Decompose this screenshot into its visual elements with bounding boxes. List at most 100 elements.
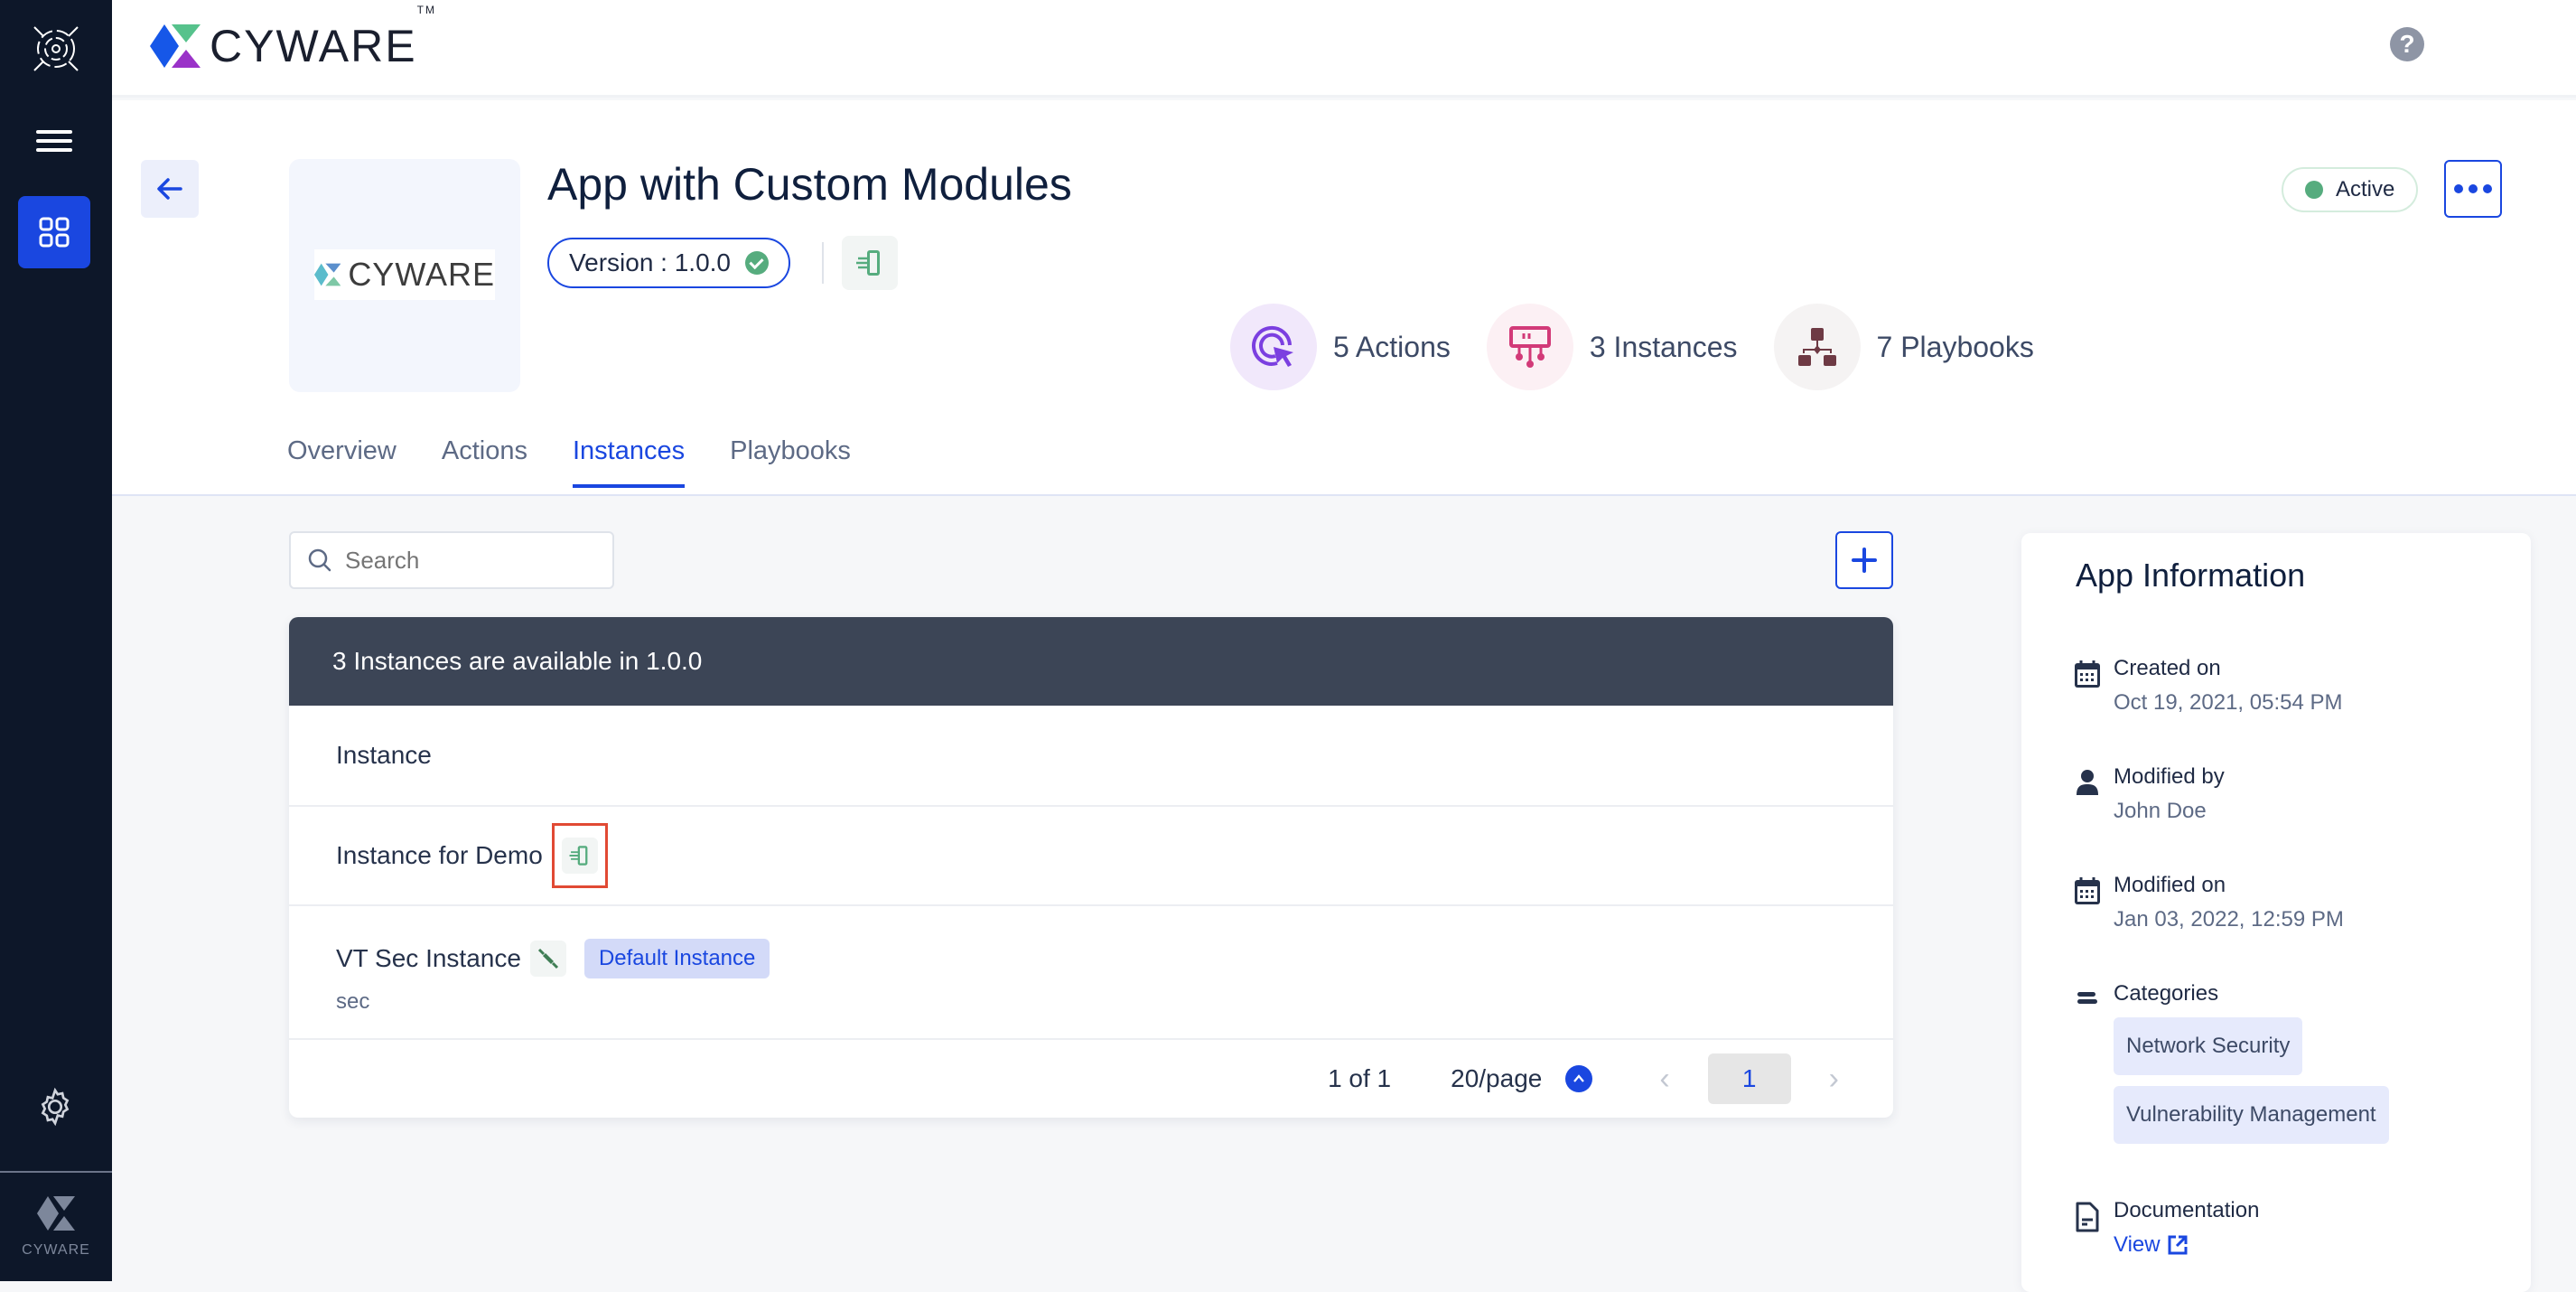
app-logo-card: CYWARE [289, 159, 520, 392]
info-label: Created on [2114, 656, 2221, 680]
instance-name[interactable]: VT Sec Instance [336, 944, 521, 973]
sidebar-divider [0, 1171, 112, 1173]
log-doc-icon [856, 250, 880, 276]
categories-icon [2074, 981, 2103, 1144]
table-row[interactable]: Instance for Demo [289, 807, 1893, 906]
tab-bar: Overview Actions Instances Playbooks [287, 436, 896, 488]
cyware-logo-text: CYWARETM [210, 4, 436, 71]
app-information-title: App Information [2076, 557, 2306, 594]
page-number-button[interactable]: 1 [1707, 1053, 1791, 1104]
status-dot [2305, 181, 2323, 199]
app-logo-text: CYWARE [348, 256, 495, 293]
category-chip: Vulnerability Management [2114, 1086, 2389, 1144]
actions-cursor-icon [1252, 325, 1293, 367]
stat-playbooks[interactable]: 7 Playbooks [1773, 304, 2034, 390]
search-input[interactable] [345, 546, 598, 575]
help-icon[interactable]: ? [2390, 27, 2424, 61]
instances-icon [1508, 326, 1551, 368]
tab-overview[interactable]: Overview [287, 436, 397, 488]
sidebar-brand-text: CYWARE [22, 1242, 90, 1258]
instance-logs-button[interactable] [551, 823, 608, 888]
more-options-button[interactable] [2444, 160, 2502, 218]
app-logo: CYWARE [314, 249, 495, 300]
plug-connected-icon [529, 941, 566, 977]
page-title: App with Custom Modules [547, 159, 1072, 210]
stat-actions-badge [1230, 304, 1317, 390]
pagination: 1 of 1 20/page ‹ 1 › [289, 1040, 1893, 1118]
menu-icon[interactable] [36, 130, 72, 152]
check-circle-icon [745, 251, 770, 275]
back-button[interactable] [141, 160, 199, 218]
search-box [289, 531, 614, 589]
app-stats: 5 Actions 3 Instances 7 Playbooks [1230, 304, 2070, 390]
instance-subtitle: sec [336, 989, 370, 1014]
per-page-select[interactable]: 20/page [1451, 1064, 1542, 1093]
stat-instances-label: 3 Instances [1589, 330, 1738, 363]
table-banner: 3 Instances are available in 1.0.0 [289, 617, 1893, 706]
tab-instances[interactable]: Instances [572, 436, 686, 488]
version-selector[interactable]: Version : 1.0.0 [547, 238, 791, 288]
arrow-left-icon [157, 178, 182, 200]
info-label: Modified by [2114, 764, 2225, 789]
app-header: CYWARE App with Custom Modules Version :… [112, 100, 2576, 496]
cyware-logo-icon [150, 24, 201, 68]
top-bar: CYWARETM ? [112, 0, 2576, 98]
add-instance-button[interactable] [1835, 531, 1893, 589]
cyware-logo[interactable]: CYWARETM [150, 4, 436, 72]
info-created-on: Created on Oct 19, 2021, 05:54 PM [2074, 656, 2343, 716]
orchestrate-logo-icon[interactable] [29, 22, 83, 76]
sidebar-item-apps[interactable] [18, 196, 90, 268]
grid-icon [39, 217, 70, 248]
tab-playbooks[interactable]: Playbooks [730, 436, 851, 488]
info-label: Documentation [2114, 1198, 2260, 1222]
info-documentation: Documentation View [2074, 1198, 2259, 1258]
log-doc-icon [561, 838, 598, 874]
app-logo-mark-icon [314, 263, 341, 286]
instance-name[interactable]: Instance for Demo [336, 841, 543, 870]
info-modified-on: Modified on Jan 03, 2022, 12:59 PM [2074, 873, 2344, 932]
settings-gear-icon[interactable] [34, 1086, 76, 1128]
column-header-instance: Instance [289, 706, 1893, 807]
info-label: Modified on [2114, 873, 2226, 897]
documentation-view-link[interactable]: View [2114, 1232, 2189, 1258]
category-chip: Network Security [2114, 1017, 2303, 1075]
cyware-mark-icon [37, 1196, 75, 1231]
document-icon [2074, 1198, 2103, 1258]
logs-button[interactable] [842, 236, 898, 290]
instances-table: 3 Instances are available in 1.0.0 Insta… [289, 617, 1893, 1118]
page-summary: 1 of 1 [1328, 1064, 1392, 1092]
tab-actions[interactable]: Actions [442, 436, 527, 488]
prev-page-button[interactable]: ‹ [1659, 1062, 1669, 1097]
calendar-icon [2074, 873, 2103, 932]
view-link-text: View [2114, 1232, 2161, 1257]
next-page-button[interactable]: › [1829, 1062, 1839, 1097]
info-value: John Doe [2114, 799, 2207, 823]
user-icon [2074, 764, 2103, 824]
sidebar-brand: CYWARE [0, 1193, 112, 1259]
sidebar: CYWARE [0, 0, 112, 1281]
info-label: Categories [2114, 981, 2219, 1006]
app-information-panel: App Information Created on Oct 19, 2021,… [2021, 533, 2531, 1292]
search-icon [308, 548, 331, 572]
info-value: Jan 03, 2022, 12:59 PM [2114, 907, 2344, 932]
stat-actions-label: 5 Actions [1333, 330, 1451, 363]
info-categories: Categories Network Security Vulnerabilit… [2074, 981, 2389, 1144]
table-row[interactable]: VT Sec Instance Default Instance sec [289, 906, 1893, 1040]
divider [822, 242, 824, 284]
plus-icon [1852, 548, 1877, 573]
status-text: Active [2336, 177, 2395, 201]
stat-instances-badge [1486, 304, 1573, 390]
default-instance-badge: Default Instance [583, 939, 770, 978]
stat-instances[interactable]: 3 Instances [1486, 304, 1738, 390]
calendar-icon [2074, 656, 2103, 716]
stat-actions[interactable]: 5 Actions [1230, 304, 1451, 390]
info-modified-by: Modified by John Doe [2074, 764, 2225, 824]
status-badge: Active [2282, 167, 2419, 212]
version-label: Version : 1.0.0 [569, 248, 732, 276]
stat-playbooks-badge [1773, 304, 1861, 390]
external-link-icon [2168, 1235, 2188, 1255]
info-value: Oct 19, 2021, 05:54 PM [2114, 690, 2343, 715]
playbooks-icon [1797, 328, 1836, 366]
chevron-up-icon[interactable] [1565, 1065, 1593, 1092]
stat-playbooks-label: 7 Playbooks [1876, 330, 2034, 363]
